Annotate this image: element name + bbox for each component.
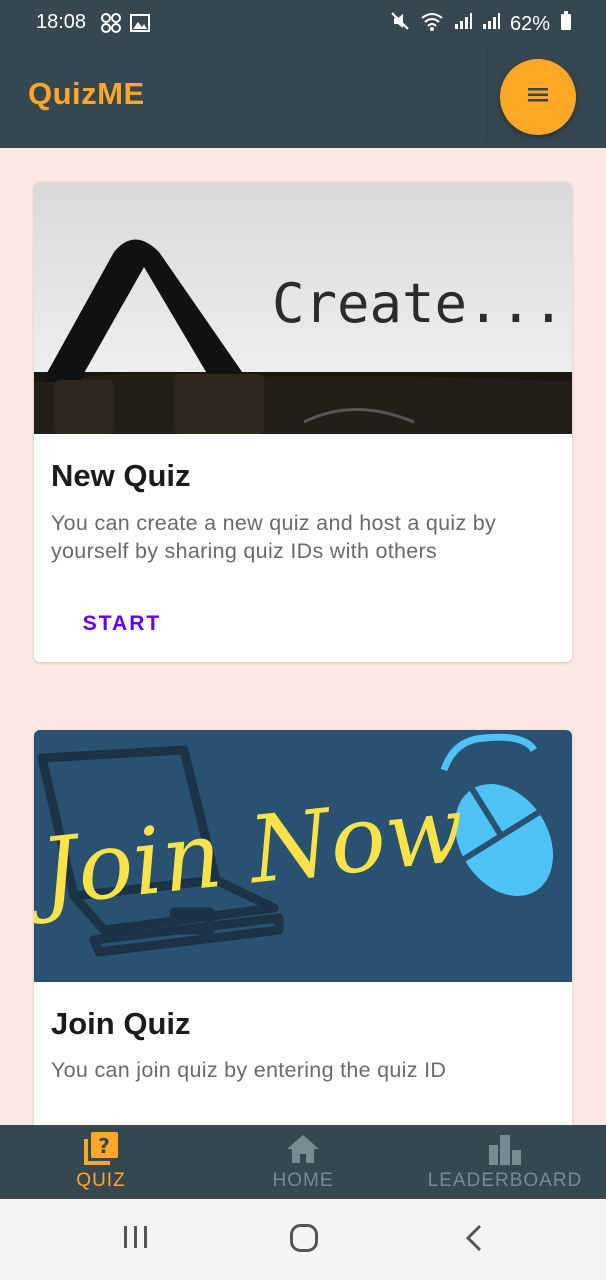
create-image-text: Create... — [272, 272, 565, 335]
nav-item-home[interactable]: HOME — [252, 1125, 354, 1199]
join-quiz-description: You can join quiz by entering the quiz I… — [51, 1058, 447, 1082]
back-icon — [462, 1223, 486, 1258]
svg-text:?: ? — [98, 1134, 111, 1158]
new-quiz-description: You can create a new quiz and host a qui… — [51, 511, 497, 563]
recent-apps-icon — [122, 1223, 150, 1256]
home-system-button[interactable] — [289, 1223, 319, 1258]
battery-icon — [560, 11, 572, 37]
home-circle-icon — [289, 1223, 319, 1258]
battery-percent: 62% — [509, 12, 550, 35]
menu-button[interactable] — [500, 59, 576, 135]
new-quiz-title: New Quiz — [51, 458, 191, 493]
nav-label-home: HOME — [272, 1170, 334, 1191]
join-quiz-card: Join Now Join Quiz You can join quiz by … — [34, 730, 572, 1150]
recent-apps-button[interactable] — [122, 1223, 150, 1256]
nav-item-quiz[interactable]: ? QUIZ — [50, 1125, 152, 1199]
leaderboard-icon — [487, 1132, 523, 1166]
join-quiz-title: Join Quiz — [51, 1006, 191, 1041]
new-quiz-card: Create... New Quiz You can create a new … — [34, 182, 572, 662]
app-title: QuizME — [28, 76, 145, 111]
join-now-image: Join Now — [34, 730, 572, 982]
nav-item-leaderboard[interactable]: LEADERBOARD — [426, 1125, 584, 1199]
home-icon — [286, 1132, 320, 1166]
signal-icon — [454, 12, 472, 36]
start-button[interactable]: START — [64, 602, 180, 646]
app-bar-divider — [486, 46, 487, 140]
create-image: Create... — [34, 182, 572, 434]
wifi-icon — [420, 11, 444, 37]
menu-icon — [528, 87, 548, 107]
quiz-icon: ? — [83, 1132, 119, 1166]
bottom-navigation: ? QUIZ HOME LEADERBOARD — [0, 1125, 606, 1199]
grid-icon — [100, 12, 122, 40]
nav-label-leaderboard: LEADERBOARD — [427, 1170, 583, 1191]
signal-icon — [482, 12, 500, 36]
image-icon — [130, 14, 150, 38]
status-bar: 18:08 62% — [0, 0, 606, 46]
system-navigation-bar — [0, 1199, 606, 1280]
status-time: 18:08 — [36, 11, 87, 33]
back-button[interactable] — [462, 1223, 486, 1258]
nav-label-quiz: QUIZ — [76, 1170, 126, 1191]
mute-icon — [390, 11, 410, 37]
app-bar: QuizME — [0, 46, 606, 148]
